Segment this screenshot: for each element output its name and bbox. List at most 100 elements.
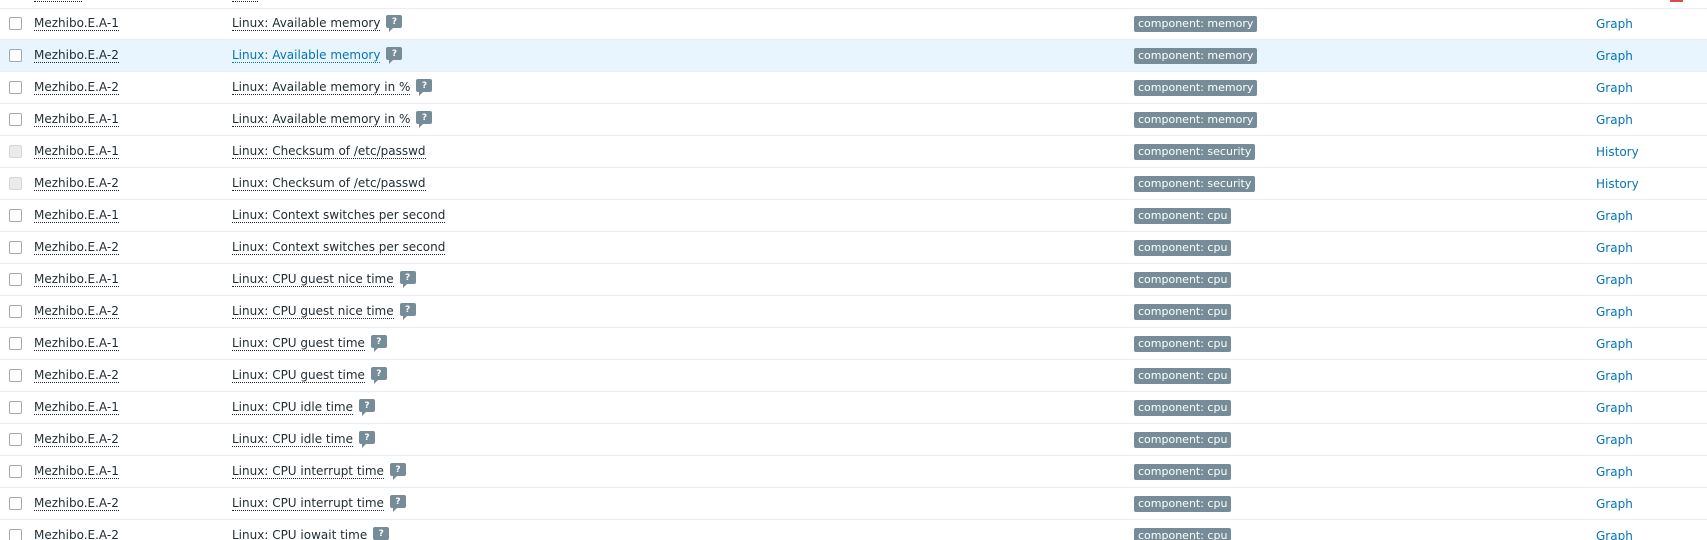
item-description-icon[interactable]: ? bbox=[373, 527, 390, 540]
tag-badge[interactable]: component: security bbox=[1134, 143, 1256, 160]
row-select-checkbox[interactable] bbox=[9, 17, 22, 30]
table-row: Mezhibo.E.A-1 Linux: Context switches pe… bbox=[0, 200, 1707, 232]
tag-badge[interactable]: component: cpu bbox=[1134, 527, 1232, 540]
action-link[interactable]: History bbox=[1596, 177, 1639, 191]
tag-badge[interactable]: component: cpu bbox=[1134, 239, 1232, 256]
tag-badge[interactable]: component: cpu bbox=[1134, 207, 1232, 224]
tag-badge[interactable]: component: security bbox=[1134, 175, 1256, 192]
row-select-cell bbox=[9, 72, 22, 103]
action-link[interactable]: Graph bbox=[1596, 305, 1633, 319]
action-link[interactable]: Graph bbox=[1596, 113, 1633, 127]
table-row: Mezhibo.E.A-2 Linux: CPU guest time ? co… bbox=[0, 360, 1707, 392]
item-description-icon[interactable]: ? bbox=[386, 47, 403, 64]
row-select-checkbox[interactable] bbox=[9, 241, 22, 254]
item-name-link[interactable]: Linux: CPU interrupt time bbox=[232, 464, 384, 479]
item-description-icon[interactable]: ? bbox=[370, 335, 387, 352]
tag-badge[interactable]: component: cpu bbox=[1134, 495, 1232, 512]
item-description-icon[interactable]: ? bbox=[416, 111, 433, 128]
row-select-checkbox[interactable] bbox=[9, 113, 22, 126]
action-link[interactable]: Graph bbox=[1596, 209, 1633, 223]
host-link[interactable]: Mezhibo.E.A-2 bbox=[34, 432, 119, 447]
action-link[interactable]: Graph bbox=[1596, 497, 1633, 511]
tag-badge[interactable]: component: cpu bbox=[1134, 271, 1232, 288]
item-description-icon[interactable]: ? bbox=[370, 367, 387, 384]
action-link[interactable]: Graph bbox=[1596, 241, 1633, 255]
item-name-link[interactable]: Linux: Available memory bbox=[232, 48, 381, 63]
row-select-checkbox[interactable] bbox=[9, 49, 22, 62]
item-name-link[interactable]: Linux: Context switches per second bbox=[232, 208, 446, 223]
item-name-link[interactable]: Linux: Available memory bbox=[232, 16, 381, 31]
row-select-checkbox[interactable] bbox=[9, 369, 22, 382]
host-link[interactable]: Mezhibo.E.A-2 bbox=[34, 48, 119, 63]
row-select-checkbox[interactable] bbox=[9, 401, 22, 414]
action-link[interactable]: Graph bbox=[1596, 465, 1633, 479]
item-description-icon[interactable]: ? bbox=[386, 15, 403, 32]
item-description-icon[interactable]: ? bbox=[389, 495, 406, 512]
row-select-checkbox[interactable] bbox=[9, 305, 22, 318]
tag-badge[interactable]: component: cpu bbox=[1134, 303, 1232, 320]
row-select-checkbox[interactable] bbox=[9, 337, 22, 350]
row-select-checkbox[interactable] bbox=[9, 273, 22, 286]
action-link[interactable]: Graph bbox=[1596, 433, 1633, 447]
action-link[interactable]: Graph bbox=[1596, 529, 1633, 540]
host-link[interactable]: Mezhibo.E.A-1 bbox=[34, 464, 119, 479]
host-link[interactable]: Mezhibo.E.A-1 bbox=[34, 400, 119, 415]
item-name-link[interactable]: Linux: Checksum of /etc/passwd bbox=[232, 144, 426, 159]
item-name-link[interactable]: Linux: CPU idle time bbox=[232, 432, 353, 447]
tag-badge[interactable]: component: memory bbox=[1134, 47, 1258, 64]
host-link[interactable]: Mezhibo.E.A-2 bbox=[34, 240, 119, 255]
host-link[interactable]: Mezhibo.E.A-2 bbox=[34, 304, 119, 319]
row-select-checkbox[interactable] bbox=[9, 433, 22, 446]
item-name-link[interactable]: Linux: CPU iowait time bbox=[232, 528, 367, 540]
item-description-icon[interactable]: ? bbox=[399, 303, 416, 320]
item-name-link[interactable]: Linux: Checksum of /etc/passwd bbox=[232, 176, 426, 191]
item-description-icon[interactable]: ? bbox=[416, 79, 433, 96]
host-link[interactable]: Mezhibo.E.A-1 bbox=[34, 144, 119, 159]
item-name-link[interactable]: Linux: CPU guest time bbox=[232, 368, 365, 383]
action-link[interactable]: Graph bbox=[1596, 17, 1633, 31]
host-link[interactable]: Mezhibo.E.A-2 bbox=[34, 528, 119, 540]
item-name-link[interactable]: Linux: CPU idle time bbox=[232, 400, 353, 415]
row-select-checkbox[interactable] bbox=[9, 209, 22, 222]
row-select-checkbox[interactable] bbox=[9, 81, 22, 94]
item-name-link[interactable]: Linux: CPU interrupt time bbox=[232, 496, 384, 511]
host-link[interactable]: Mezhibo.E.A-1 bbox=[34, 208, 119, 223]
tag-badge[interactable]: component: cpu bbox=[1134, 463, 1232, 480]
host-link[interactable]: Mezhibo.E.A-2 bbox=[34, 368, 119, 383]
host-link[interactable]: Mezhibo.E.A-1 bbox=[34, 272, 119, 287]
tag-badge[interactable]: component: memory bbox=[1134, 15, 1258, 32]
host-link[interactable]: Mezhibo.E.A-1 bbox=[34, 112, 119, 127]
tag-badge[interactable]: component: memory bbox=[1134, 79, 1258, 96]
item-description-icon[interactable]: ? bbox=[399, 271, 416, 288]
item-name-link[interactable]: Linux: CPU guest time bbox=[232, 336, 365, 351]
item-name-link[interactable]: Linux: CPU guest nice time bbox=[232, 272, 394, 287]
tag-badge[interactable]: component: cpu bbox=[1134, 335, 1232, 352]
row-select-checkbox[interactable] bbox=[9, 465, 22, 478]
action-link[interactable]: Graph bbox=[1596, 49, 1633, 63]
action-link[interactable]: Graph bbox=[1596, 81, 1633, 95]
item-name-link[interactable]: Linux: Available memory in % bbox=[232, 112, 411, 127]
item-name-link[interactable]: Linux: CPU guest nice time bbox=[232, 304, 394, 319]
tag-badge[interactable]: component: cpu bbox=[1134, 367, 1232, 384]
action-link[interactable]: Graph bbox=[1596, 337, 1633, 351]
host-link[interactable]: Mezhibo.E.A-2 bbox=[34, 496, 119, 511]
host-link[interactable]: Mezhibo.E.A-2 bbox=[34, 80, 119, 95]
host-link[interactable]: Mezhibo.E.A-1 bbox=[34, 16, 119, 31]
tag-badge[interactable]: component: cpu bbox=[1134, 431, 1232, 448]
item-name-link[interactable]: Linux: Available memory in % bbox=[232, 80, 411, 95]
action-link[interactable]: Graph bbox=[1596, 369, 1633, 383]
host-link[interactable]: Mezhibo.E.A-2 bbox=[34, 176, 119, 191]
host-link[interactable]: Mezhibo.E.A-1 bbox=[34, 336, 119, 351]
action-link[interactable]: Graph bbox=[1596, 401, 1633, 415]
item-description-icon[interactable]: ? bbox=[359, 399, 375, 416]
action-link[interactable]: History bbox=[1596, 145, 1639, 159]
item-description-icon[interactable]: ? bbox=[359, 431, 375, 448]
action-link[interactable]: Graph bbox=[1596, 273, 1633, 287]
tag-badge[interactable]: component: cpu bbox=[1134, 399, 1232, 416]
item-name-link[interactable]: Linux: Context switches per second bbox=[232, 240, 446, 255]
row-select-checkbox[interactable] bbox=[9, 497, 22, 510]
item-description-icon[interactable]: ? bbox=[389, 463, 406, 480]
row-select-checkbox[interactable] bbox=[9, 529, 22, 540]
tag-badge[interactable]: component: memory bbox=[1134, 111, 1258, 128]
tags-cell: component: security bbox=[1134, 168, 1256, 199]
